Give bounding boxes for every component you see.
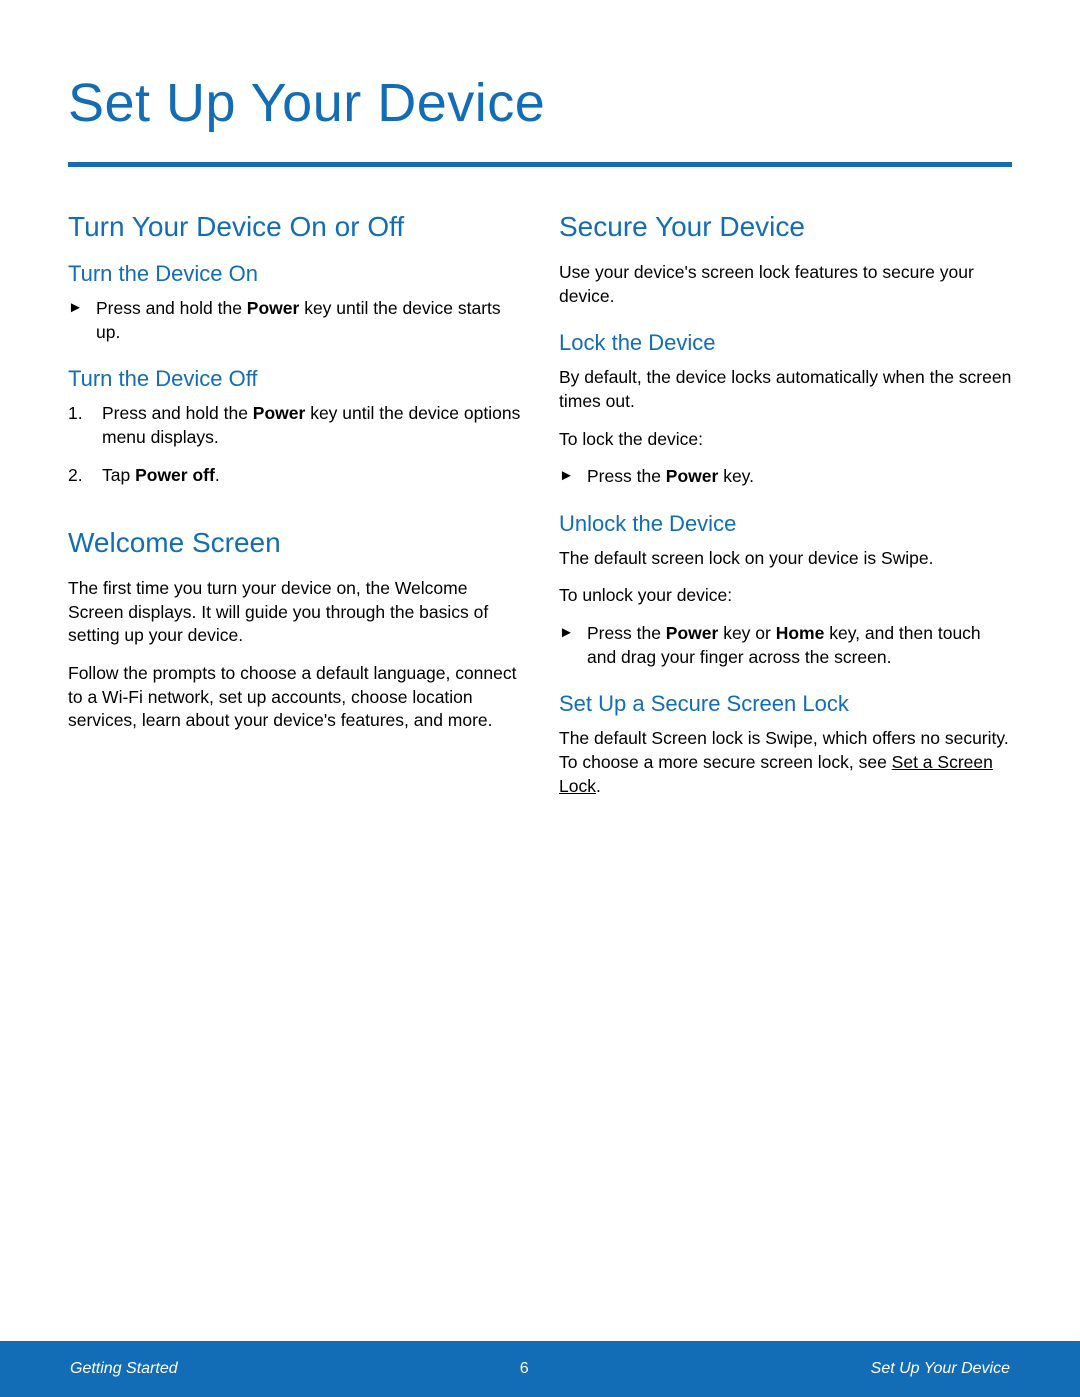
- subheading-turn-off: Turn the Device Off: [68, 366, 521, 392]
- left-column: Turn Your Device On or Off Turn the Devi…: [68, 211, 521, 812]
- footer-page-number: 6: [520, 1360, 529, 1378]
- unlock-paragraph-2: To unlock your device:: [559, 584, 1012, 608]
- turn-on-step: ► Press and hold the Power key until the…: [68, 297, 521, 344]
- secure-lock-paragraph: The default Screen lock is Swipe, which …: [559, 727, 1012, 798]
- content-columns: Turn Your Device On or Off Turn the Devi…: [68, 211, 1012, 812]
- turn-on-text: Press and hold the Power key until the d…: [96, 297, 521, 344]
- unlock-step: ► Press the Power key or Home key, and t…: [559, 622, 1012, 669]
- subheading-unlock: Unlock the Device: [559, 511, 1012, 537]
- turn-off-steps: Press and hold the Power key until the d…: [68, 402, 521, 487]
- subheading-turn-on: Turn the Device On: [68, 261, 521, 287]
- lock-paragraph-2: To lock the device:: [559, 428, 1012, 452]
- welcome-paragraph-2: Follow the prompts to choose a default l…: [68, 662, 521, 733]
- subheading-secure-lock: Set Up a Secure Screen Lock: [559, 691, 1012, 717]
- lock-step: ► Press the Power key.: [559, 465, 1012, 489]
- title-rule: [68, 162, 1012, 167]
- heading-secure: Secure Your Device: [559, 211, 1012, 243]
- right-column: Secure Your Device Use your device's scr…: [559, 211, 1012, 812]
- unlock-paragraph-1: The default screen lock on your device i…: [559, 547, 1012, 571]
- lock-step-text: Press the Power key.: [587, 465, 1012, 489]
- lock-paragraph-1: By default, the device locks automatical…: [559, 366, 1012, 413]
- page-title: Set Up Your Device: [68, 72, 1012, 134]
- arrow-icon: ►: [559, 622, 587, 669]
- footer-left: Getting Started: [70, 1360, 178, 1378]
- arrow-icon: ►: [559, 465, 587, 489]
- heading-turn-on-off: Turn Your Device On or Off: [68, 211, 521, 243]
- welcome-paragraph-1: The first time you turn your device on, …: [68, 577, 521, 648]
- page-footer: Getting Started 6 Set Up Your Device: [0, 1341, 1080, 1397]
- secure-intro: Use your device's screen lock features t…: [559, 261, 1012, 308]
- list-item: Press and hold the Power key until the d…: [92, 402, 521, 449]
- heading-welcome: Welcome Screen: [68, 527, 521, 559]
- footer-right: Set Up Your Device: [871, 1360, 1010, 1378]
- arrow-icon: ►: [68, 297, 96, 344]
- list-item: Tap Power off.: [92, 464, 521, 488]
- subheading-lock: Lock the Device: [559, 330, 1012, 356]
- unlock-step-text: Press the Power key or Home key, and the…: [587, 622, 1012, 669]
